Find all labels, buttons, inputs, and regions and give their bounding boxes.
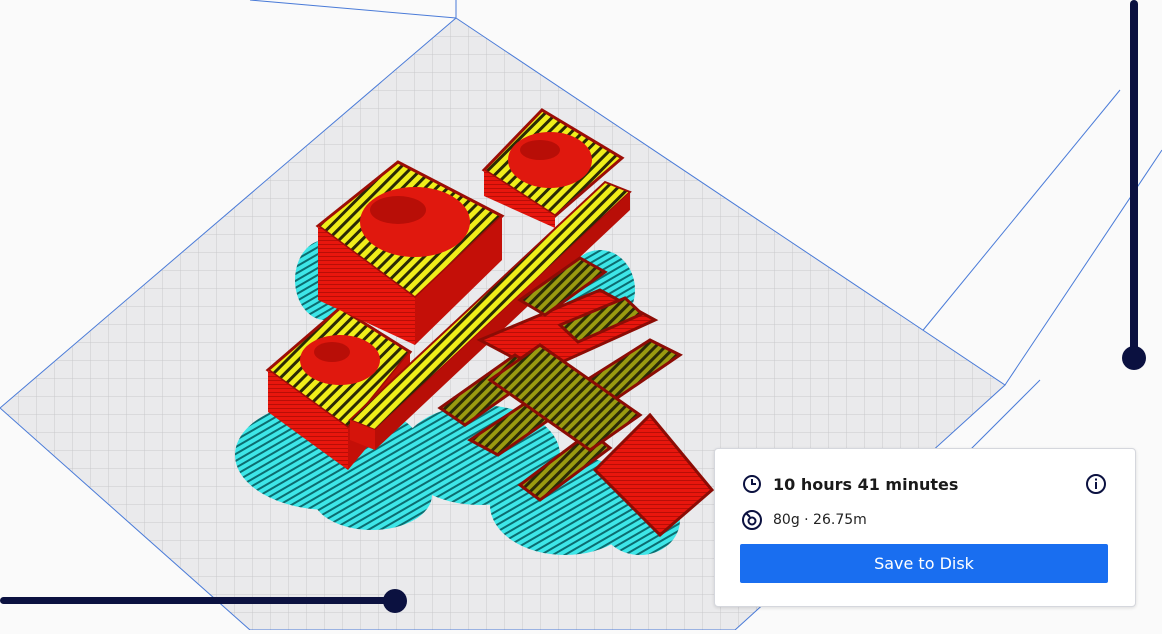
print-info-panel: 10 hours 41 minutes 80g · 26.75m Save to… bbox=[714, 448, 1136, 607]
layer-slider-handle[interactable] bbox=[1122, 346, 1146, 370]
print-time: 10 hours 41 minutes bbox=[773, 474, 959, 494]
simulation-slider-track[interactable] bbox=[0, 597, 398, 604]
layer-slider-track[interactable] bbox=[1130, 0, 1138, 360]
info-icon[interactable] bbox=[1085, 473, 1107, 495]
save-to-disk-button[interactable]: Save to Disk bbox=[740, 544, 1108, 583]
print-time-row: 10 hours 41 minutes bbox=[741, 473, 958, 495]
spool-icon bbox=[741, 509, 763, 531]
simulation-slider-handle[interactable] bbox=[383, 589, 407, 613]
material-row: 80g · 26.75m bbox=[741, 509, 867, 531]
material-usage: 80g · 26.75m bbox=[773, 512, 867, 528]
clock-icon bbox=[741, 473, 763, 495]
